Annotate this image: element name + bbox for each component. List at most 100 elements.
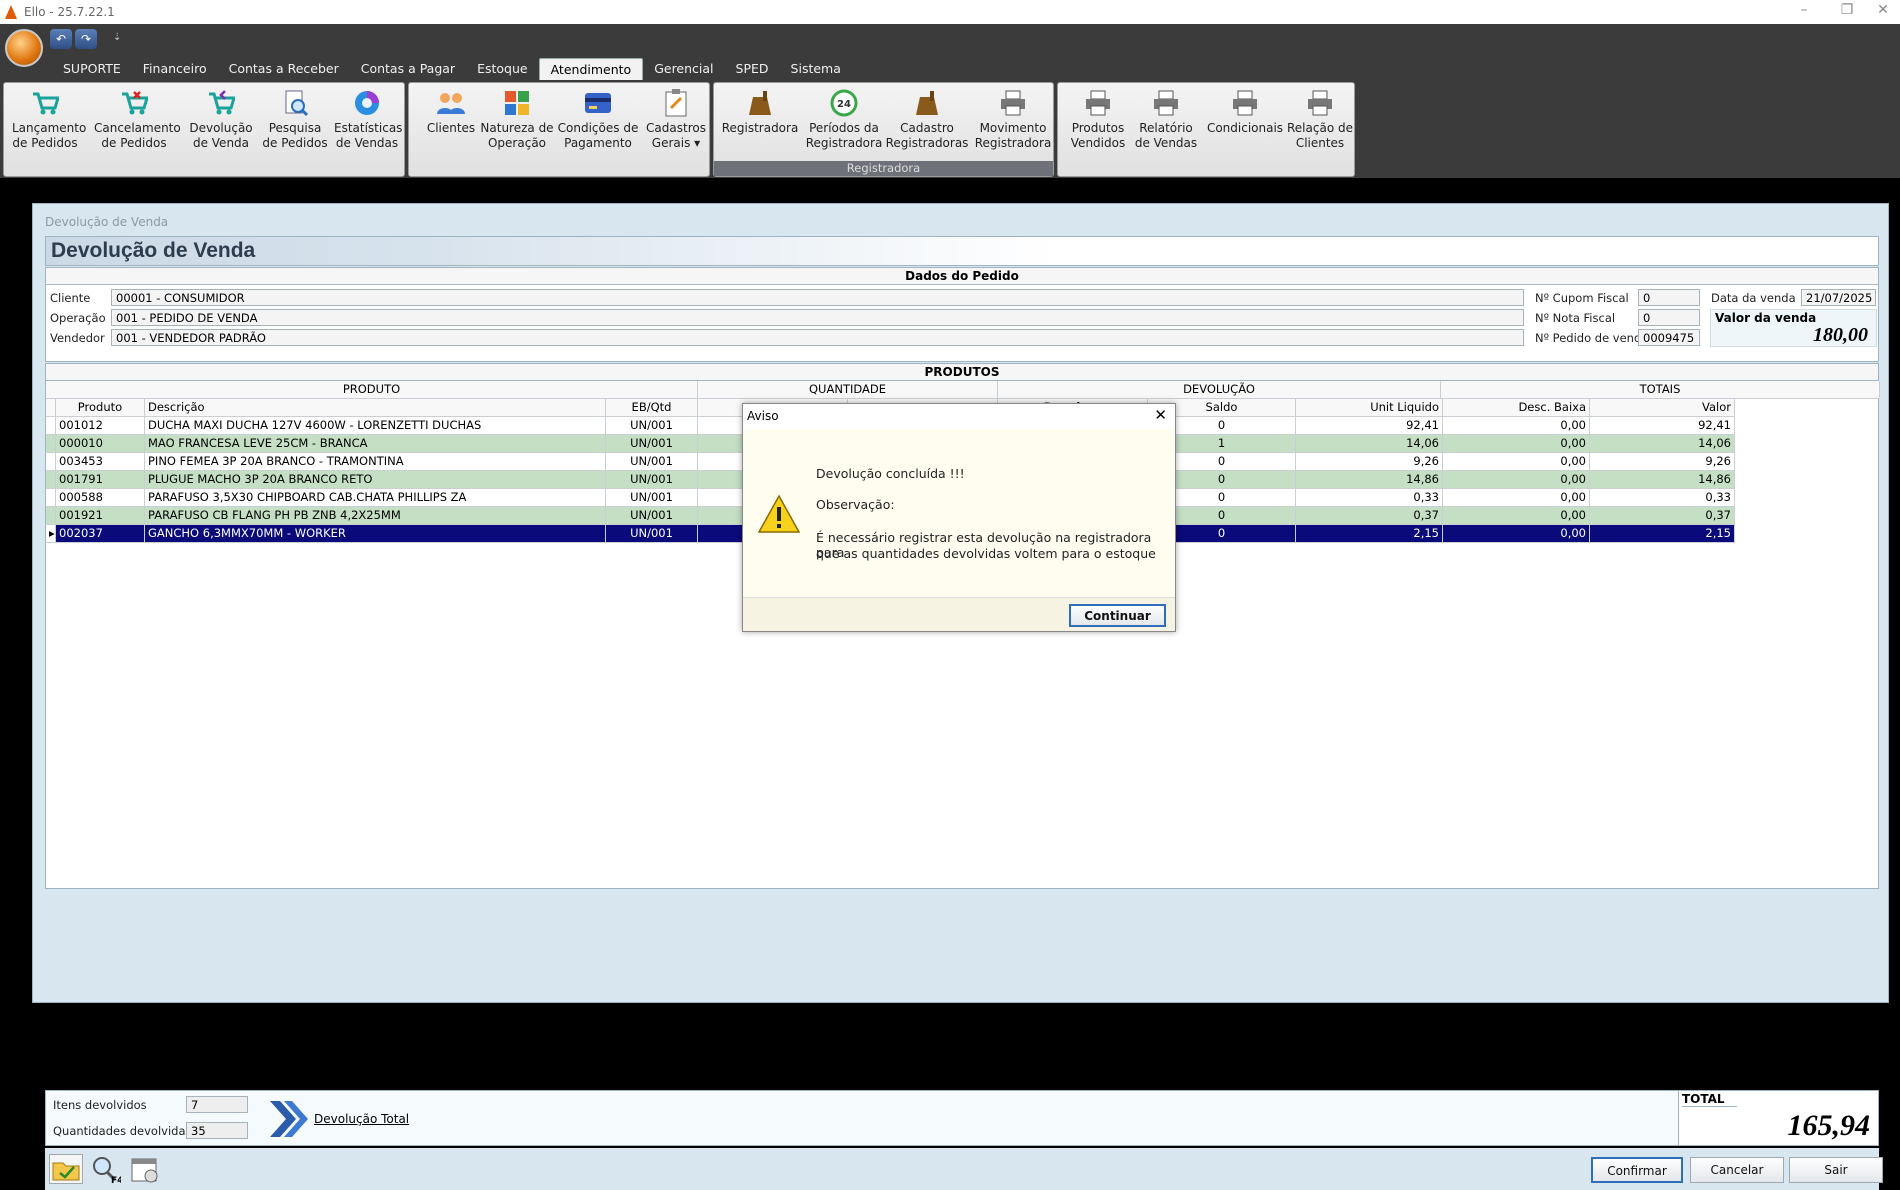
total-label: TOTAL	[1682, 1092, 1737, 1107]
devolucao-venda-button[interactable]: Devolução de Venda	[188, 87, 254, 151]
produtos-section: PRODUTOS	[45, 363, 1879, 381]
condicionais-button[interactable]: Condicionais	[1200, 87, 1290, 136]
cell-unit-liquido: 14,06	[1296, 435, 1443, 453]
data-venda-field[interactable]: 21/07/2025	[1801, 289, 1876, 306]
tab-contas-receber[interactable]: Contas a Receber	[218, 58, 350, 80]
cell-valor: 9,26	[1590, 453, 1735, 471]
dialog-close-icon[interactable]: ✕	[1154, 406, 1167, 424]
col-desc-baixa[interactable]: Desc. Baixa	[1443, 399, 1590, 417]
dialog-observacao-label: Observação:	[816, 497, 895, 512]
credit-card-icon	[582, 87, 614, 119]
cancelamento-pedidos-button[interactable]: Cancelamento de Pedidos	[94, 87, 181, 151]
col-produto[interactable]: Produto	[56, 399, 145, 417]
cadastro-registradoras-button[interactable]: Cadastro Registradoras	[884, 87, 970, 151]
ribbon-tabs: SUPORTE Financeiro Contas a Receber Cont…	[52, 58, 852, 80]
open-folder-button[interactable]	[49, 1154, 83, 1184]
produtos-vendidos-button[interactable]: Produtos Vendidos	[1062, 87, 1134, 151]
dialog-message-line2: que as quantidades devolvidas voltem par…	[816, 546, 1156, 561]
svg-text:F4: F4	[111, 1176, 121, 1184]
confirmar-button[interactable]: Confirmar	[1591, 1157, 1683, 1183]
minimize-icon[interactable]: –	[1787, 0, 1821, 22]
cliente-label: Cliente	[50, 291, 91, 305]
tab-suporte[interactable]: SUPORTE	[52, 58, 132, 80]
undo-icon[interactable]: ↶	[50, 29, 72, 49]
cell-produto: 000010	[56, 435, 145, 453]
lancamento-pedidos-button[interactable]: Lançamento de Pedidos	[12, 87, 86, 151]
registradora-button[interactable]: Registradora	[718, 87, 802, 136]
search-document-icon	[279, 87, 311, 119]
cell-eb-qtd: UN/001	[606, 435, 698, 453]
continuar-button[interactable]: Continuar	[1069, 604, 1166, 627]
cupom-field[interactable]: 0	[1638, 289, 1700, 306]
cell-descricao: PARAFUSO CB FLANG PH PB ZNB 4,2X25MM	[145, 507, 606, 525]
condicoes-pagamento-button[interactable]: Condições de Pagamento	[555, 87, 641, 151]
tab-atendimento[interactable]: Atendimento	[538, 58, 644, 80]
restore-icon[interactable]: ❐	[1830, 0, 1864, 22]
cell-valor: 92,41	[1590, 417, 1735, 435]
cell-descricao: PINO FEMEA 3P 20A BRANCO - TRAMONTINA	[145, 453, 606, 471]
col-unit-liquido[interactable]: Unit Liquido	[1296, 399, 1443, 417]
cell-eb-qtd: UN/001	[606, 525, 698, 543]
col-descricao[interactable]: Descrição	[145, 399, 606, 417]
total-value: 165,94	[1787, 1109, 1871, 1142]
cell-produto: 001791	[56, 471, 145, 489]
devolucao-total-link[interactable]: Devolução Total	[268, 1099, 409, 1139]
col-valor[interactable]: Valor	[1590, 399, 1735, 417]
tab-financeiro[interactable]: Financeiro	[132, 58, 218, 80]
tab-gerencial[interactable]: Gerencial	[643, 58, 724, 80]
ribbon-group-relatorios: Produtos Vendidos Relatório de Vendas Cond…	[1057, 82, 1355, 177]
nota-field[interactable]: 0	[1638, 309, 1700, 326]
cell-desc-baixa: 0,00	[1443, 507, 1590, 525]
sair-button[interactable]: Sair	[1789, 1157, 1883, 1183]
cliente-field[interactable]: 00001 - CONSUMIDOR	[111, 289, 1524, 306]
col-eb-qtd[interactable]: EB/Qtd	[606, 399, 698, 417]
cell-unit-liquido: 9,26	[1296, 453, 1443, 471]
cell-eb-qtd: UN/001	[606, 453, 698, 471]
order-section-title: Dados do Pedido	[46, 268, 1878, 285]
tab-sistema[interactable]: Sistema	[780, 58, 852, 80]
app-menu-orb-icon[interactable]	[5, 29, 43, 67]
periodos-registradora-button[interactable]: 24 Períodos da Registradora	[804, 87, 884, 151]
app-logo-icon	[5, 5, 17, 19]
cell-eb-qtd: UN/001	[606, 417, 698, 435]
qat-dropdown-icon[interactable]: ⇣	[113, 32, 121, 43]
cart-icon	[29, 87, 61, 119]
tab-contas-pagar[interactable]: Contas a Pagar	[350, 58, 466, 80]
cell-unit-liquido: 0,33	[1296, 489, 1443, 507]
vendedor-field[interactable]: 001 - VENDEDOR PADRÃO	[111, 329, 1524, 346]
cell-produto: 003453	[56, 453, 145, 471]
row-indicator-header	[46, 399, 56, 417]
calendar-button[interactable]	[129, 1154, 163, 1184]
cancelar-button[interactable]: Cancelar	[1690, 1157, 1784, 1183]
bottom-toolbar: F4 Confirmar Cancelar Sair	[45, 1148, 1883, 1190]
row-indicator	[46, 471, 56, 489]
order-panel: Dados do Pedido Cliente 00001 - CONSUMID…	[45, 267, 1879, 362]
itens-devolvidos-label: Itens devolvidos	[53, 1098, 147, 1112]
window-title: Ello - 25.7.22.1	[24, 5, 115, 19]
estatisticas-vendas-button[interactable]: Estatísticas de Vendas	[334, 87, 402, 151]
movimento-registradora-button[interactable]: Movimento Registradora	[974, 87, 1052, 151]
page-title: Devolução de Venda	[51, 239, 256, 262]
clientes-button[interactable]: Clientes	[419, 87, 483, 136]
cadastros-gerais-button[interactable]: Cadastros Gerais ▾	[644, 87, 708, 151]
cell-valor: 14,06	[1590, 435, 1735, 453]
operacao-label: Operação	[50, 311, 106, 325]
natureza-operacao-button[interactable]: Natureza de Operação	[477, 87, 557, 151]
clipboard-icon	[660, 87, 692, 119]
operacao-field[interactable]: 001 - PEDIDO DE VENDA	[111, 309, 1524, 326]
cell-unit-liquido: 14,86	[1296, 471, 1443, 489]
tab-sped[interactable]: SPED	[725, 58, 780, 80]
pesquisa-pedidos-button[interactable]: Pesquisa de Pedidos	[262, 87, 328, 151]
cell-valor: 2,15	[1590, 525, 1735, 543]
pedido-field[interactable]: 0009475	[1638, 329, 1700, 346]
tab-estoque[interactable]: Estoque	[466, 58, 539, 80]
relacao-clientes-button[interactable]: Relação de Clientes	[1284, 87, 1356, 151]
ribbon-group-cadastros: Clientes Natureza de Operação Condições d…	[408, 82, 710, 177]
relatorio-vendas-button[interactable]: Relatório de Vendas	[1130, 87, 1202, 151]
itens-devolvidos-field: 7	[186, 1096, 248, 1113]
redo-icon[interactable]: ↷	[75, 29, 97, 49]
search-print-button[interactable]: F4	[89, 1154, 123, 1186]
cell-desc-baixa: 0,00	[1443, 453, 1590, 471]
dialog-footer: Continuar	[743, 597, 1175, 631]
close-window-icon[interactable]: ✕	[1866, 0, 1900, 22]
